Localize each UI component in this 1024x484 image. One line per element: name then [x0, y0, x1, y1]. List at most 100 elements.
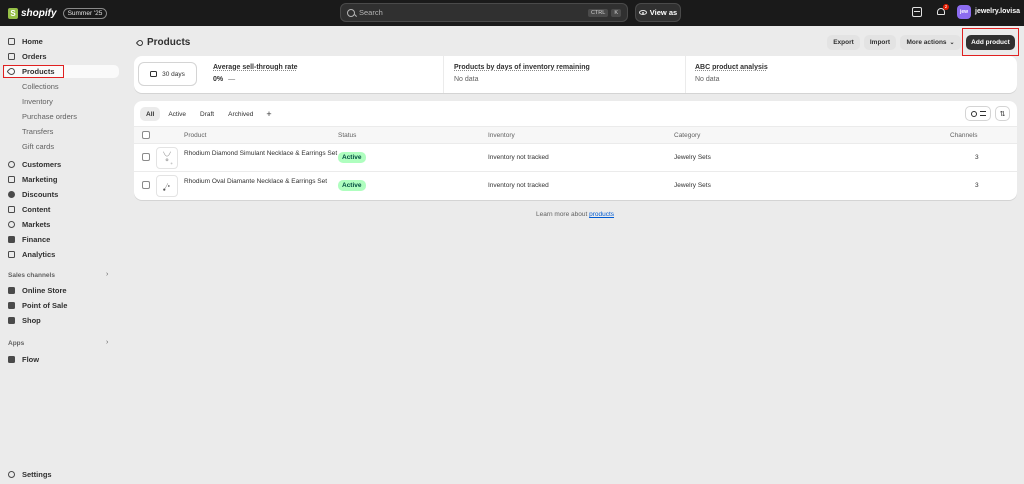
table-row[interactable]: Rhodium Diamond Simulant Necklace & Earr…: [134, 144, 1017, 172]
category-cell: Jewelry Sets: [674, 182, 711, 189]
store-name[interactable]: jewelry.lovisa: [975, 8, 1020, 15]
chevron-right-icon[interactable]: ›: [106, 339, 108, 346]
channels-cell: 3: [975, 182, 979, 189]
sidebar-item-label: Customers: [22, 160, 62, 169]
apps-label[interactable]: Apps: [8, 340, 24, 347]
import-button[interactable]: Import: [864, 35, 896, 50]
header-product[interactable]: Product: [184, 132, 206, 139]
status-badge: Active: [338, 152, 366, 163]
gear-icon: [8, 471, 15, 478]
search-filter-button[interactable]: [965, 106, 991, 121]
sidebar-item-purchase-orders[interactable]: Purchase orders: [4, 110, 119, 123]
tab-archived[interactable]: Archived: [222, 107, 259, 121]
header-inventory[interactable]: Inventory: [488, 132, 515, 139]
row-checkbox[interactable]: [142, 181, 150, 189]
divider: [443, 56, 444, 93]
sidebar-item-collections[interactable]: Collections: [4, 80, 119, 93]
abc-analysis-metric[interactable]: ABC product analysis No data: [695, 64, 768, 83]
sidebar-item-customers[interactable]: Customers: [4, 158, 119, 171]
globe-icon: [8, 221, 15, 228]
sidebar-item-label: Finance: [22, 235, 51, 244]
export-button[interactable]: Export: [827, 35, 860, 50]
sidebar-item-flow[interactable]: Flow: [4, 353, 119, 366]
table-header: Product Status Inventory Category Channe…: [134, 126, 1017, 144]
days-inventory-metric[interactable]: Products by days of inventory remaining …: [454, 64, 590, 83]
header-status[interactable]: Status: [338, 132, 356, 139]
view-as-button[interactable]: View as: [635, 3, 681, 22]
date-range-button[interactable]: 30 days: [138, 62, 197, 86]
necklace-image: [163, 151, 173, 165]
add-view-button[interactable]: +: [261, 107, 276, 121]
sell-through-metric[interactable]: Average sell-through rate 0% —: [213, 64, 298, 83]
tab-draft[interactable]: Draft: [194, 107, 220, 121]
metric-value: No data: [695, 76, 720, 83]
sidebar-item-label: Orders: [22, 52, 47, 61]
select-all-checkbox[interactable]: [142, 131, 150, 139]
sidebar-item-label: Analytics: [22, 250, 56, 259]
bell-icon[interactable]: 2: [936, 4, 949, 17]
sales-channels-label[interactable]: Sales channels: [8, 272, 55, 279]
avatar[interactable]: jew: [957, 5, 971, 19]
tag-icon: [135, 38, 145, 47]
product-thumbnail[interactable]: [156, 147, 178, 169]
filter-tabs: All Active Draft Archived +: [140, 107, 279, 121]
sidebar-item-orders[interactable]: Orders: [4, 50, 119, 63]
sidebar-item-inventory[interactable]: Inventory: [4, 95, 119, 108]
sidebar: Home Orders Products Collections Invento…: [0, 26, 126, 484]
sidebar-item-label: Discounts: [22, 190, 59, 199]
sidebar-item-settings[interactable]: Settings: [4, 468, 119, 481]
view-as-label: View as: [649, 8, 678, 17]
store-icon[interactable]: [912, 7, 922, 17]
metric-title: ABC product analysis: [695, 64, 768, 71]
edition-badge[interactable]: Summer '25: [62, 7, 108, 19]
page-title-text: Products: [147, 37, 191, 48]
sidebar-item-finance[interactable]: Finance: [4, 233, 119, 246]
sort-button[interactable]: ⇅: [995, 106, 1010, 121]
shopify-logo[interactable]: S shopify: [8, 7, 57, 19]
table-row[interactable]: Rhodium Oval Diamante Necklace & Earring…: [134, 172, 1017, 200]
header-channels[interactable]: Channels: [950, 132, 977, 139]
sort-icon: ⇅: [999, 110, 1006, 118]
notification-badge: 2: [943, 4, 949, 10]
products-help-link[interactable]: products: [589, 211, 614, 218]
sidebar-item-label: Marketing: [22, 175, 58, 184]
status-badge: Active: [338, 180, 366, 191]
sidebar-item-online-store[interactable]: Online Store: [4, 284, 119, 297]
channels-cell: 3: [975, 154, 979, 161]
tab-active[interactable]: Active: [162, 107, 192, 121]
shopify-bag-icon: S: [8, 7, 18, 19]
sidebar-item-home[interactable]: Home: [4, 35, 119, 48]
more-actions-label: More actions: [906, 39, 947, 46]
tab-all[interactable]: All: [140, 107, 161, 121]
inventory-cell: Inventory not tracked: [488, 154, 549, 161]
orders-icon: [8, 53, 15, 60]
sidebar-item-discounts[interactable]: Discounts: [4, 188, 119, 201]
brand-name: shopify: [21, 7, 57, 19]
bank-icon: [8, 236, 15, 243]
sidebar-item-marketing[interactable]: Marketing: [4, 173, 119, 186]
top-bar: S shopify Summer '25 Search CTRL K View …: [0, 0, 1024, 26]
sidebar-item-shop[interactable]: Shop: [4, 314, 119, 327]
sidebar-item-transfers[interactable]: Transfers: [4, 125, 119, 138]
more-actions-button[interactable]: More actions ⌄: [900, 35, 961, 50]
product-thumbnail[interactable]: [156, 175, 178, 197]
sidebar-item-gift-cards[interactable]: Gift cards: [4, 140, 119, 153]
inventory-cell: Inventory not tracked: [488, 182, 549, 189]
sidebar-item-label: Markets: [22, 220, 51, 229]
learn-more-prefix: Learn more about: [535, 211, 590, 218]
product-name-link[interactable]: Rhodium Diamond Simulant Necklace & Earr…: [184, 150, 339, 159]
sidebar-item-point-of-sale[interactable]: Point of Sale: [4, 299, 119, 312]
person-icon: [8, 161, 15, 168]
learn-more-text: Learn more about products: [0, 211, 1024, 218]
product-name-link[interactable]: Rhodium Oval Diamante Necklace & Earring…: [184, 178, 339, 187]
chevron-right-icon[interactable]: ›: [106, 271, 108, 278]
sidebar-item-analytics[interactable]: Analytics: [4, 248, 119, 261]
header-category[interactable]: Category: [674, 132, 700, 139]
page-title: Products: [135, 37, 191, 48]
metric-value: No data: [454, 76, 479, 83]
target-icon: [8, 176, 15, 183]
row-checkbox[interactable]: [142, 153, 150, 161]
category-cell: Jewelry Sets: [674, 154, 711, 161]
sidebar-item-markets[interactable]: Markets: [4, 218, 119, 231]
search-input[interactable]: Search CTRL K: [340, 3, 628, 22]
